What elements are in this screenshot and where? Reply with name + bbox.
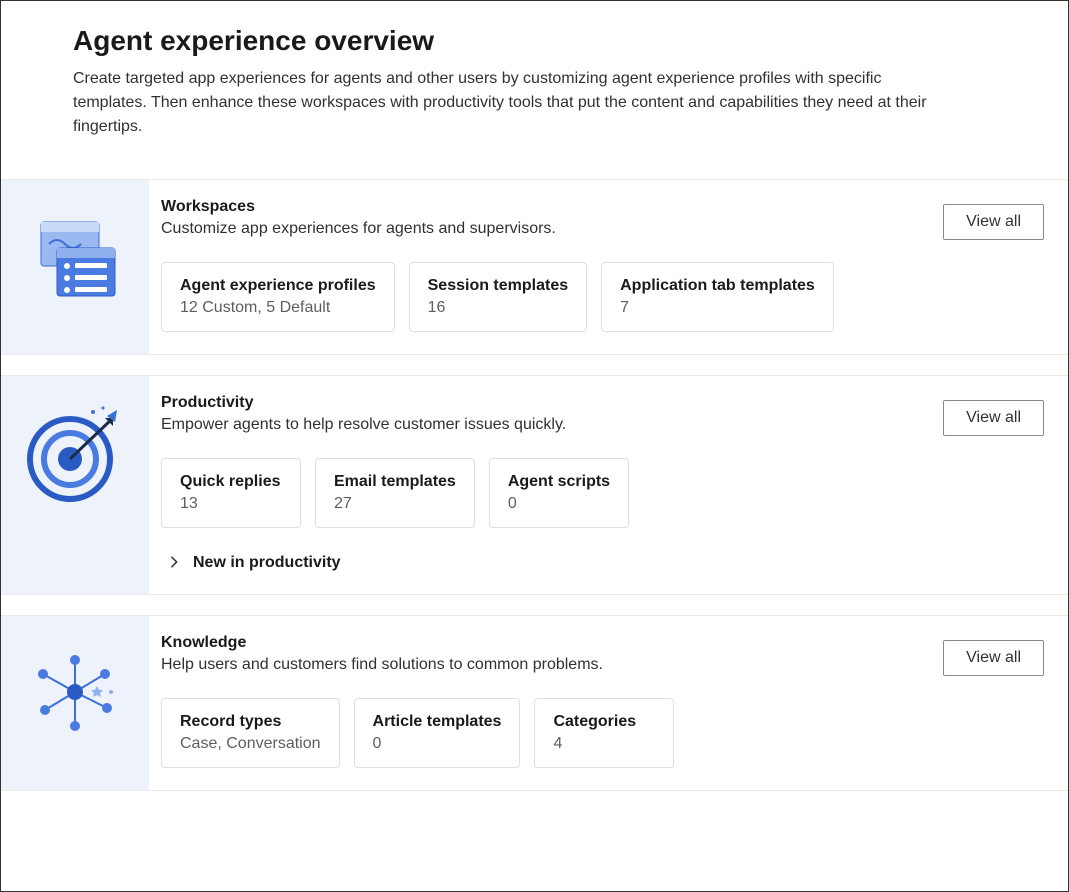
page-header: Agent experience overview Create targete… (1, 1, 1068, 159)
card-agent-experience-profiles[interactable]: Agent experience profiles 12 Custom, 5 D… (161, 262, 395, 332)
card-quick-replies[interactable]: Quick replies 13 (161, 458, 301, 528)
card-record-types[interactable]: Record types Case, Conversation (161, 698, 340, 768)
section-title: Workspaces (161, 198, 556, 216)
expand-label: New in productivity (193, 554, 341, 572)
section-workspaces: Workspaces Customize app experiences for… (1, 179, 1068, 355)
section-title: Knowledge (161, 634, 603, 652)
card-agent-scripts[interactable]: Agent scripts 0 (489, 458, 629, 528)
card-title: Email templates (334, 473, 456, 491)
card-title: Categories (553, 713, 655, 731)
card-value: 12 Custom, 5 Default (180, 299, 376, 317)
card-title: Agent experience profiles (180, 277, 376, 295)
card-title: Article templates (373, 713, 502, 731)
section-icon-col (1, 180, 149, 354)
section-subtitle: Empower agents to help resolve customer … (161, 416, 566, 434)
section-subtitle: Customize app experiences for agents and… (161, 220, 556, 238)
card-title: Quick replies (180, 473, 282, 491)
card-value: 16 (428, 299, 569, 317)
view-all-workspaces-button[interactable]: View all (943, 204, 1044, 240)
section-productivity: Productivity Empower agents to help reso… (1, 375, 1068, 595)
section-heading-block: Productivity Empower agents to help reso… (161, 394, 566, 434)
card-value: 0 (508, 495, 610, 513)
card-row: Quick replies 13 Email templates 27 Agen… (161, 458, 1044, 528)
card-email-templates[interactable]: Email templates 27 (315, 458, 475, 528)
view-all-knowledge-button[interactable]: View all (943, 640, 1044, 676)
card-article-templates[interactable]: Article templates 0 (354, 698, 521, 768)
section-heading-block: Knowledge Help users and customers find … (161, 634, 603, 674)
section-knowledge: Knowledge Help users and customers find … (1, 615, 1068, 791)
workspaces-icon (27, 208, 123, 354)
section-icon-col (1, 616, 149, 790)
section-subtitle: Help users and customers find solutions … (161, 656, 603, 674)
card-value: 13 (180, 495, 282, 513)
card-session-templates[interactable]: Session templates 16 (409, 262, 588, 332)
chevron-right-icon (167, 555, 183, 571)
view-all-productivity-button[interactable]: View all (943, 400, 1044, 436)
card-row: Agent experience profiles 12 Custom, 5 D… (161, 262, 1044, 332)
card-value: 27 (334, 495, 456, 513)
card-application-tab-templates[interactable]: Application tab templates 7 (601, 262, 834, 332)
card-title: Session templates (428, 277, 569, 295)
card-categories[interactable]: Categories 4 (534, 698, 674, 768)
card-title: Record types (180, 713, 321, 731)
card-value: Case, Conversation (180, 735, 321, 753)
card-value: 0 (373, 735, 502, 753)
expand-new-in-productivity[interactable]: New in productivity (167, 554, 1044, 572)
page-description: Create targeted app experiences for agen… (73, 67, 953, 139)
page-title: Agent experience overview (73, 25, 996, 57)
section-heading-block: Workspaces Customize app experiences for… (161, 198, 556, 238)
card-title: Application tab templates (620, 277, 815, 295)
card-title: Agent scripts (508, 473, 610, 491)
card-value: 4 (553, 735, 655, 753)
card-value: 7 (620, 299, 815, 317)
section-title: Productivity (161, 394, 566, 412)
card-row: Record types Case, Conversation Article … (161, 698, 1044, 768)
target-icon (25, 404, 125, 594)
knowledge-graph-icon (27, 644, 123, 790)
section-icon-col (1, 376, 149, 594)
